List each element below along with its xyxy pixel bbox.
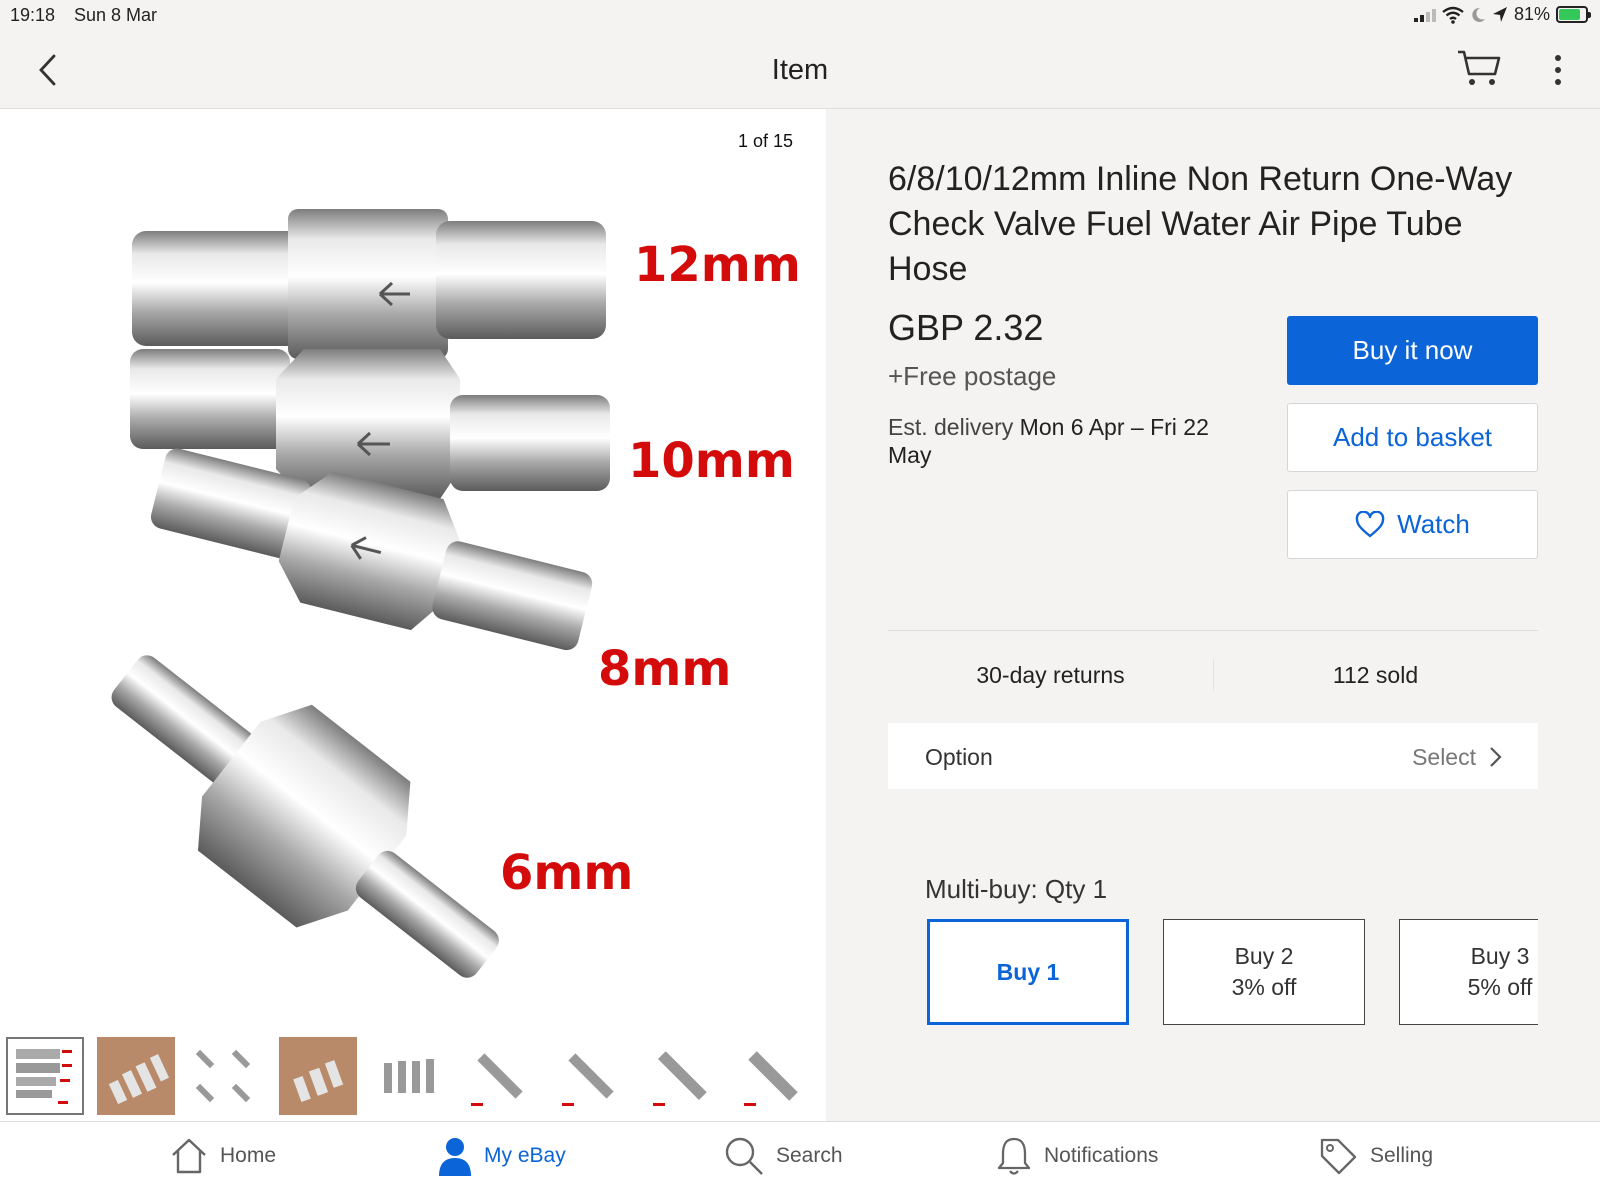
watch-label: Watch	[1397, 509, 1470, 539]
size-label-8mm: 8mm	[598, 641, 732, 697]
multibuy-option-2[interactable]: Buy 2 3% off	[1163, 919, 1365, 1025]
thumbnail-image	[471, 1053, 523, 1106]
more-options-icon[interactable]	[1546, 52, 1570, 88]
add-to-basket-button[interactable]: Add to basket	[1287, 403, 1538, 472]
nav-home[interactable]: Home	[170, 1136, 276, 1176]
thumbnail-9[interactable]	[734, 1037, 812, 1115]
watch-button[interactable]: Watch	[1287, 490, 1538, 559]
item-title: 6/8/10/12mm Inline Non Return One-Way Ch…	[888, 160, 1513, 288]
thumbnail-6[interactable]	[461, 1037, 539, 1115]
option-selector[interactable]: Option Select	[888, 723, 1538, 789]
tag-icon	[1320, 1138, 1357, 1175]
wifi-icon	[1442, 6, 1464, 24]
thumbnail-7[interactable]	[552, 1037, 630, 1115]
thumbnail-3[interactable]	[188, 1037, 266, 1115]
status-time: 19:18	[10, 5, 56, 25]
nav-my-ebay-label: My eBay	[484, 1144, 566, 1167]
image-counter: 1 of 15	[737, 131, 793, 151]
delivery-label: Est. delivery	[888, 414, 1014, 440]
option-label: Option	[925, 744, 993, 770]
multibuy-option-title: Buy 1	[996, 958, 1060, 985]
status-indicators: 81%	[1413, 4, 1591, 25]
add-to-basket-label: Add to basket	[1333, 422, 1492, 452]
option-value: Select	[1412, 744, 1476, 770]
thumbnail-image	[195, 1049, 251, 1103]
nav-notifications[interactable]: Notifications	[996, 1136, 1158, 1176]
status-bar: 19:18 Sun 8 Mar 81%	[0, 0, 1600, 32]
item-price: GBP 2.32	[888, 307, 1044, 348]
valve-6mm	[111, 655, 499, 978]
heart-icon	[1355, 511, 1385, 538]
sold-count: 112 sold	[1332, 662, 1419, 688]
chevron-right-icon	[1490, 747, 1502, 767]
product-main-image[interactable]	[40, 199, 800, 1029]
size-label-12mm: 12mm	[634, 237, 801, 293]
thumbnail-image	[16, 1049, 72, 1104]
nav-notifications-label: Notifications	[1044, 1144, 1159, 1167]
thumbnail-2[interactable]	[97, 1037, 175, 1115]
multibuy-option-title: Buy 2	[1234, 943, 1294, 969]
size-label-6mm: 6mm	[500, 845, 634, 901]
thumbnail-5[interactable]	[370, 1037, 448, 1115]
search-icon	[725, 1137, 763, 1175]
thumbnail-strip	[6, 1037, 812, 1115]
delivery-estimate: Est. delivery Mon 6 Apr – Fri 22 May	[888, 413, 1228, 469]
nav-search-label: Search	[776, 1144, 843, 1167]
multibuy-option-3[interactable]: Buy 3 5% off	[1399, 919, 1538, 1025]
nav-home-label: Home	[220, 1144, 277, 1167]
nav-my-ebay[interactable]: My eBay	[438, 1136, 566, 1176]
multibuy-option-discount: 5% off	[1467, 974, 1533, 1000]
multibuy-label: Multi-buy: Qty 1	[925, 874, 1108, 904]
multibuy-option-title: Buy 3	[1470, 943, 1530, 969]
divider	[888, 630, 1538, 631]
item-details: 6/8/10/12mm Inline Non Return One-Way Ch…	[826, 109, 1600, 1121]
do-not-disturb-icon	[1472, 7, 1485, 22]
thumbnail-image	[108, 1054, 170, 1105]
page-title: Item	[771, 54, 829, 86]
valve-12mm	[132, 209, 606, 359]
nav-selling-label: Selling	[1370, 1144, 1434, 1167]
thumbnail-1[interactable]	[6, 1037, 84, 1115]
thumbnail-image	[293, 1060, 344, 1102]
thumbnail-image	[562, 1053, 614, 1106]
thumbnail-4[interactable]	[279, 1037, 357, 1115]
thumbnail-8[interactable]	[643, 1037, 721, 1115]
thumbnail-image	[384, 1059, 434, 1093]
thumbnail-image	[744, 1051, 798, 1106]
buy-it-now-button[interactable]: Buy it now	[1287, 316, 1538, 385]
postage-info: +Free postage	[888, 361, 1057, 391]
size-label-10mm: 10mm	[628, 433, 795, 489]
user-icon	[439, 1138, 471, 1176]
location-arrow-icon	[1492, 6, 1507, 22]
cellular-signal-icon	[1413, 8, 1436, 22]
returns-info: 30-day returns	[976, 662, 1125, 688]
thumbnail-image	[653, 1051, 707, 1106]
app-header: Item	[0, 32, 1600, 109]
image-gallery: 1 of 15 12mm 10mm 8mm 6mm	[0, 109, 826, 1121]
multibuy-option-discount: 3% off	[1231, 974, 1297, 1000]
home-icon	[172, 1138, 206, 1174]
nav-selling[interactable]: Selling	[1318, 1136, 1433, 1176]
bell-icon	[997, 1137, 1031, 1175]
bottom-navigation: Home My eBay Search Notifications Sellin…	[0, 1121, 1600, 1200]
multibuy-options: Buy 1 Buy 2 3% off Buy 3 5% off	[925, 917, 1538, 1029]
cart-button[interactable]	[1456, 48, 1502, 88]
status-date: Sun 8 Mar	[74, 5, 158, 25]
nav-search[interactable]: Search	[724, 1136, 843, 1176]
buy-it-now-label: Buy it now	[1352, 335, 1473, 365]
battery-percentage: 81%	[1513, 4, 1550, 24]
battery-icon	[1556, 6, 1591, 23]
multibuy-option-1[interactable]: Buy 1	[927, 919, 1129, 1025]
